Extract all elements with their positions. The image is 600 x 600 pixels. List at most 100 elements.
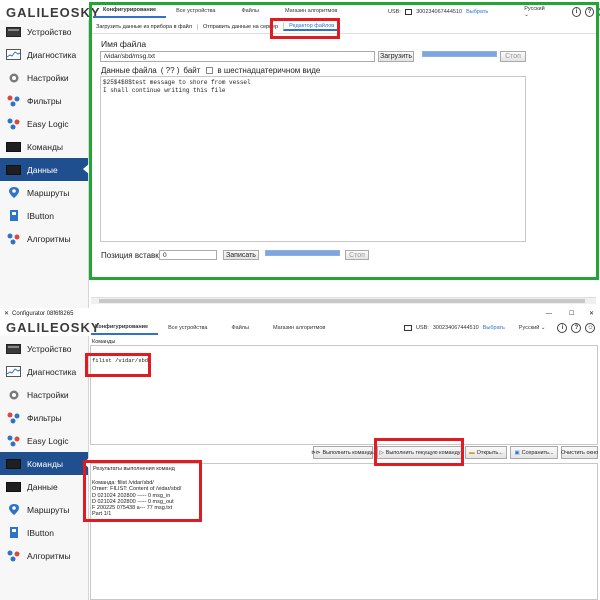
maximize-button[interactable]: ☐ [569,310,574,317]
sidebar-item-label: Фильтры [27,95,62,106]
bottom-tab-bar: Конфигурирование Все устройства Файлы Ма… [91,321,371,335]
tab-algorithm-store[interactable]: Магазин алгоритмов [263,321,335,335]
usb-device-id: 300234067444510 [432,325,479,331]
easy-logic-icon [6,118,21,130]
sidebar-item-диагностика[interactable]: Диагностика [0,360,88,383]
sidebar-item-label: Диагностика [27,366,77,377]
sidebar-item-фильтры[interactable]: Фильтры [0,89,88,112]
highlight-file-editor-tab [270,18,340,39]
sidebar-item-данные[interactable]: Данные [0,475,88,498]
sidebar-item-ibutton[interactable]: IButton [0,521,88,544]
data-icon [6,164,21,176]
bottom-window: ✕ Configurator 08f6f8265 — ☐ ✕ GALILEOSK… [0,308,600,600]
ibutton-icon [6,210,21,222]
device-icon [6,26,21,38]
sidebar-item-настройки[interactable]: Настройки [0,383,88,406]
filters-icon [6,95,21,107]
folder-icon: ▬ [469,449,475,456]
gear-icon [6,389,21,401]
sidebar-item-настройки[interactable]: Настройки [0,66,88,89]
sidebar-item-label: IButton [27,210,54,221]
top-window: GALILEOSKY Устройство Диагностика Настройк… [0,0,600,308]
highlight-run-current-button [374,438,464,466]
sidebar-item-маршруты[interactable]: Маршруты [0,181,88,204]
sidebar-item-команды[interactable]: Команды [0,452,89,475]
sidebar-item-label: Маршруты [27,187,70,198]
sidebar-item-label: Настройки [27,389,69,400]
sidebar-item-устройство[interactable]: Устройство [0,20,88,43]
horizontal-scrollbar[interactable] [91,297,596,304]
sidebar-item-label: Устройство [27,343,72,354]
sidebar-item-фильтры[interactable]: Фильтры [0,406,88,429]
gear-icon [6,72,21,84]
sidebar-item-данные[interactable]: Данные [0,158,89,181]
highlight-command-text [85,353,151,377]
sidebar-item-label: Данные [27,481,58,492]
highlight-results [83,460,202,522]
minimize-button[interactable]: — [546,311,552,317]
highlight-green-box [89,2,599,280]
sidebar-item-ibutton[interactable]: IButton [0,204,88,227]
easy-logic-icon [6,435,21,447]
diagnostics-icon [6,366,21,378]
save-button[interactable]: ▣ Сохранить... [510,446,558,459]
bottom-logo: GALILEOSKY [6,320,101,335]
open-button[interactable]: ▬ Открыть... [465,446,507,459]
tab-files[interactable]: Файлы [217,321,262,335]
commands-icon [6,141,21,153]
help-icon[interactable]: ? [571,323,582,333]
sidebar-item-easy-logic[interactable]: Easy Logic [0,429,88,452]
bottom-right-controls: USB: 300234067444510 Выбрать Русский ⌄ i… [404,322,596,334]
select-device-link[interactable]: Выбрать [483,325,505,331]
sidebar-item-label: Маршруты [27,504,70,515]
window-title: Configurator 08f6f8265 [12,310,74,317]
run-all-icon: ⊳⊳ [311,449,321,456]
language-select[interactable]: Русский ⌄ [519,325,546,331]
sidebar-item-label: Алгоритмы [27,233,71,244]
sidebar-item-label: Команды [27,458,64,469]
run-commands-button[interactable]: ⊳⊳ Выполнить команды [311,446,375,459]
commands-editor[interactable]: filist /vidar/sbd/ [90,345,598,445]
tab-all-devices[interactable]: Все устройства [158,321,217,335]
data-icon [6,481,21,493]
window-title-bar: ✕ Configurator 08f6f8265 — ☐ ✕ [0,308,600,319]
sidebar-item-label: Команды [27,141,64,152]
sidebar-item-label: Данные [27,164,58,175]
user-icon[interactable]: ☺ [585,323,596,333]
diagnostics-icon [6,49,21,61]
usb-label: USB: [416,325,429,331]
routes-icon [6,504,21,516]
info-icon[interactable]: i [557,323,568,333]
save-icon: ▣ [514,449,520,456]
routes-icon [6,187,21,199]
clear-window-button[interactable]: Очистить окно [561,446,598,459]
sidebar-item-label: Easy Logic [27,435,69,446]
commands-icon [6,458,21,470]
sidebar-item-label: IButton [27,527,54,538]
sidebar-item-команды[interactable]: Команды [0,135,88,158]
algorithms-icon [6,233,21,245]
sidebar-item-label: Easy Logic [27,118,69,129]
sidebar-item-label: Устройство [27,26,72,37]
tab-configuration[interactable]: Конфигурирование [91,321,159,335]
sidebar-item-алгоритмы[interactable]: Алгоритмы [0,227,88,250]
sidebar-item-устройство[interactable]: Устройство [0,337,88,360]
sidebar-item-маршруты[interactable]: Маршруты [0,498,88,521]
sidebar-item-label: Диагностика [27,49,77,60]
top-logo: GALILEOSKY [6,5,101,20]
sidebar-item-диагностика[interactable]: Диагностика [0,43,88,66]
device-icon [404,325,412,331]
sidebar-item-easy-logic[interactable]: Easy Logic [0,112,88,135]
ibutton-icon [6,527,21,539]
bottom-sidebar: Устройство Диагностика Настройки Фильтры Eas… [0,336,89,600]
sidebar-item-алгоритмы[interactable]: Алгоритмы [0,544,88,567]
device-icon [6,343,21,355]
top-sidebar: Устройство Диагностика Настройки Фильтры Eas… [0,20,89,308]
algorithms-icon [6,550,21,562]
sidebar-item-label: Настройки [27,72,69,83]
filters-icon [6,412,21,424]
sidebar-item-label: Алгоритмы [27,550,71,561]
app-icon: ✕ [4,311,10,317]
close-button[interactable]: ✕ [589,310,594,317]
chevron-down-icon: ⌄ [540,325,546,331]
